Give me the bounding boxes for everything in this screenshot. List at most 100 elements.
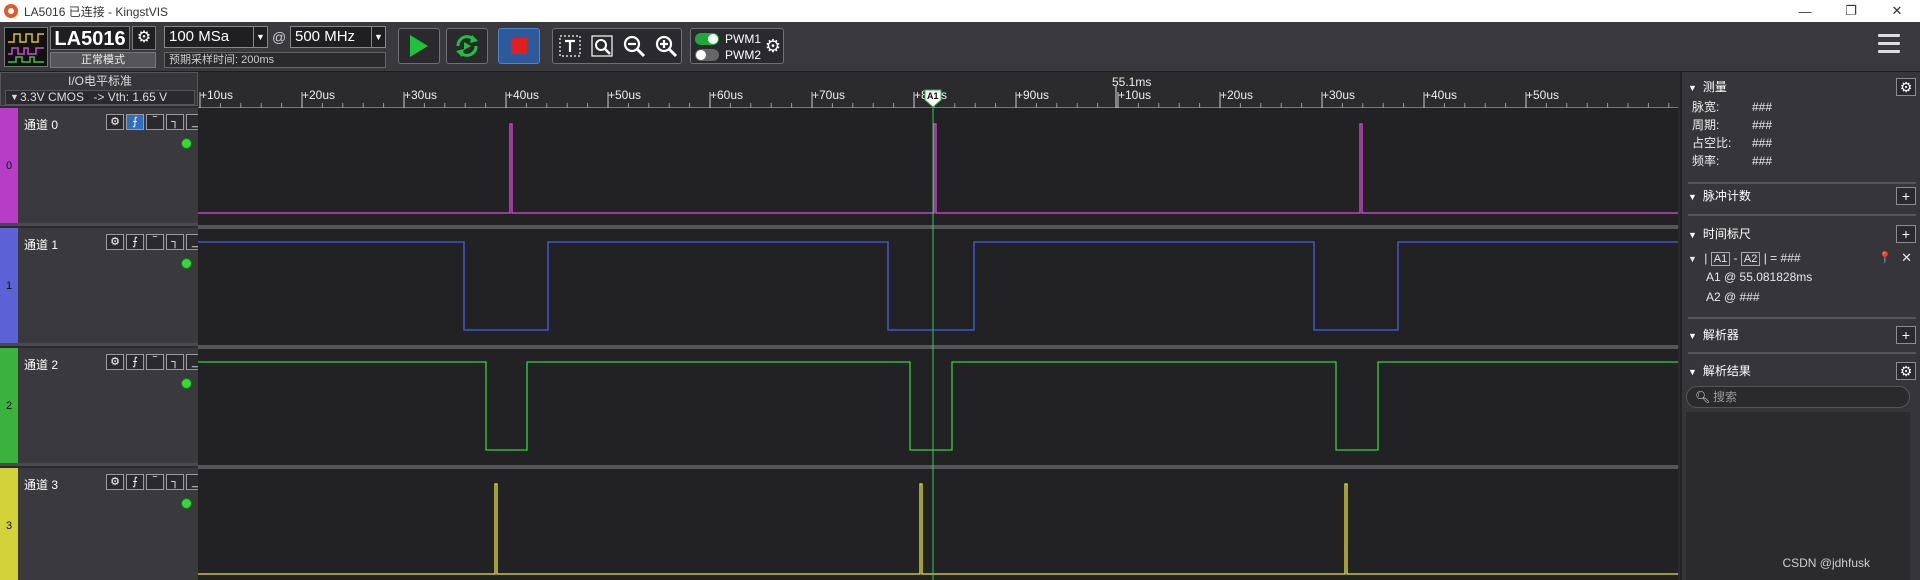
pwm1-row[interactable]: PWM1 [695, 32, 761, 46]
pwm-controls: PWM1 PWM2 ⚙ [690, 28, 784, 64]
expected-sample-time: 预期采样时间: 200ms [164, 52, 386, 68]
channel-settings-gear-icon[interactable]: ⚙ [106, 234, 124, 250]
pwm1-label: PWM1 [725, 32, 761, 46]
loop-capture-button[interactable] [446, 28, 488, 64]
results-settings-gear-icon[interactable]: ⚙ [1896, 362, 1916, 380]
measure-section: ▼ 测量 ⚙ 脉宽: ### 周期: ### 占空比: ### 频率: ### [1688, 78, 1916, 170]
channel-name[interactable]: 通道 2 [24, 356, 58, 373]
tick-label: +50us [608, 88, 641, 102]
channel-index: 1 [5, 279, 13, 292]
close-icon[interactable]: ✕ [1901, 249, 1912, 267]
channel-settings-gear-icon[interactable]: ⚙ [106, 474, 124, 490]
minimize-button[interactable]: — [1782, 0, 1828, 22]
title-bar: LA5016 已连接 - KingstVIS — ❐ ✕ [0, 0, 1920, 22]
main-menu-icon[interactable] [1878, 34, 1902, 58]
divider [1688, 214, 1916, 216]
stop-capture-button[interactable] [498, 28, 540, 64]
time-ruler-header[interactable]: ▼ 时间标尺 + [1688, 225, 1916, 243]
stop-icon [511, 38, 527, 54]
device-mode-label[interactable]: 正常模式 [50, 52, 156, 68]
channel-1-waveform [198, 241, 1678, 331]
waveform-area[interactable] [198, 108, 1678, 580]
io-standard-select[interactable]: ▼ 3.3V CMOS -> Vth: 1.65 V [5, 90, 195, 105]
search-placeholder: 搜索 [1713, 390, 1738, 404]
sample-rate-select[interactable]: 500 MHz ▼ [290, 26, 386, 48]
close-button[interactable]: ✕ [1874, 0, 1920, 22]
divider [1688, 182, 1916, 184]
high-level-trigger-icon[interactable]: ‾ [146, 474, 164, 490]
zoom-fit-icon[interactable] [589, 34, 615, 60]
channel-settings-gear-icon[interactable]: ⚙ [106, 354, 124, 370]
measure-settings-gear-icon[interactable]: ⚙ [1896, 78, 1916, 96]
channel-row[interactable]: 0 通道 0 ⚙ ⨍ ‾ ┐ _ [0, 108, 204, 226]
high-level-trigger-icon[interactable]: ‾ [146, 354, 164, 370]
pulse-count-header[interactable]: ▼ 脉冲计数 + [1688, 187, 1916, 205]
zoom-toolbar [552, 28, 682, 64]
rising-edge-trigger-icon[interactable]: ⨍ [126, 354, 144, 370]
pwm1-toggle[interactable] [695, 33, 719, 45]
falling-edge-trigger-icon[interactable]: ┐ [166, 234, 184, 250]
tick-label: +50us [1526, 88, 1559, 102]
add-pulse-count-plus-icon[interactable]: + [1896, 187, 1916, 205]
search-icon: 🔍︎ [1695, 390, 1711, 404]
channel-row[interactable]: 3 通道 3 ⚙ ⨍ ‾ ┐ _ [0, 468, 204, 580]
measure-row: 周期: ### [1688, 116, 1916, 134]
falling-edge-trigger-icon[interactable]: ┐ [166, 114, 184, 130]
rising-edge-trigger-icon[interactable]: ⨍ [126, 474, 144, 490]
measure-header[interactable]: ▼ 测量 ⚙ [1688, 78, 1916, 96]
text-cursor-icon[interactable] [557, 34, 583, 60]
channel-name[interactable]: 通道 1 [24, 236, 58, 253]
io-standard-label: I/O电平标准 [67, 74, 132, 88]
at-sign: @ [272, 29, 287, 45]
pwm-settings-gear-icon[interactable]: ⚙ [765, 36, 781, 57]
pwm2-toggle[interactable] [695, 49, 719, 61]
search-input[interactable]: 🔍︎ 搜索 [1686, 386, 1910, 408]
decode-results-section: ▼ 解析结果 ⚙ [1688, 362, 1916, 380]
decode-results-list[interactable] [1686, 412, 1910, 580]
device-settings-gear-icon[interactable]: ⚙ [132, 26, 156, 50]
add-decoder-plus-icon[interactable]: + [1896, 326, 1916, 344]
channel-status-led [181, 378, 192, 389]
decoder-header[interactable]: ▼ 解析器 + [1688, 326, 1916, 344]
measure-row: 频率: ### [1688, 152, 1916, 170]
zoom-out-icon[interactable] [621, 34, 647, 60]
falling-edge-trigger-icon[interactable]: ┐ [166, 354, 184, 370]
channel-row[interactable]: 1 通道 1 ⚙ ⨍ ‾ ┐ _ [0, 228, 204, 346]
add-time-marker-plus-icon[interactable]: + [1896, 225, 1916, 243]
channel-color-strip: 2 [0, 348, 18, 463]
watermark: CSDN @jdhfusk [1782, 556, 1870, 570]
measure-row: 脉宽: ### [1688, 98, 1916, 116]
app-icon [4, 4, 18, 18]
marker-diff-value: ### [1780, 251, 1801, 265]
channel-name[interactable]: 通道 0 [24, 116, 58, 133]
tick-label: +20us [1220, 88, 1253, 102]
start-capture-button[interactable] [398, 28, 440, 64]
rising-edge-trigger-icon[interactable]: ⨍ [126, 114, 144, 130]
marker-a1-flag[interactable]: A1 [924, 89, 942, 108]
sample-count-select[interactable]: 100 MSa ▼ [164, 26, 268, 48]
rising-edge-trigger-icon[interactable]: ⨍ [126, 234, 144, 250]
time-ruler[interactable]: +10us+20us+30us+40us+50us+60us+70us+80us… [198, 72, 1678, 108]
center-time-label: 55.1ms [1112, 75, 1151, 89]
measure-title: 测量 [1702, 80, 1727, 94]
decode-results-header[interactable]: ▼ 解析结果 ⚙ [1688, 362, 1916, 380]
io-standard-panel: I/O电平标准 ▼ 3.3V CMOS -> Vth: 1.65 V [0, 72, 198, 106]
high-level-trigger-icon[interactable]: ‾ [146, 234, 164, 250]
falling-edge-trigger-icon[interactable]: ┐ [166, 474, 184, 490]
pin-icon[interactable]: 📍 [1878, 249, 1892, 267]
divider [1688, 317, 1916, 319]
decoder-title: 解析器 [1702, 328, 1739, 342]
restore-button[interactable]: ❐ [1828, 0, 1874, 22]
pulse-count-section: ▼ 脉冲计数 + [1688, 187, 1916, 205]
zoom-in-icon[interactable] [653, 34, 679, 60]
high-level-trigger-icon[interactable]: ‾ [146, 114, 164, 130]
a2-tag: A2 [1740, 252, 1761, 266]
channel-settings-gear-icon[interactable]: ⚙ [106, 114, 124, 130]
tick-label: +40us [506, 88, 539, 102]
device-logo-icon [4, 27, 48, 67]
channel-row[interactable]: 2 通道 2 ⚙ ⨍ ‾ ┐ _ [0, 348, 204, 466]
pwm2-row[interactable]: PWM2 [695, 48, 761, 62]
measure-key: 频率: [1692, 154, 1720, 168]
io-threshold: -> Vth: 1.65 V [93, 90, 168, 104]
channel-name[interactable]: 通道 3 [24, 476, 58, 493]
